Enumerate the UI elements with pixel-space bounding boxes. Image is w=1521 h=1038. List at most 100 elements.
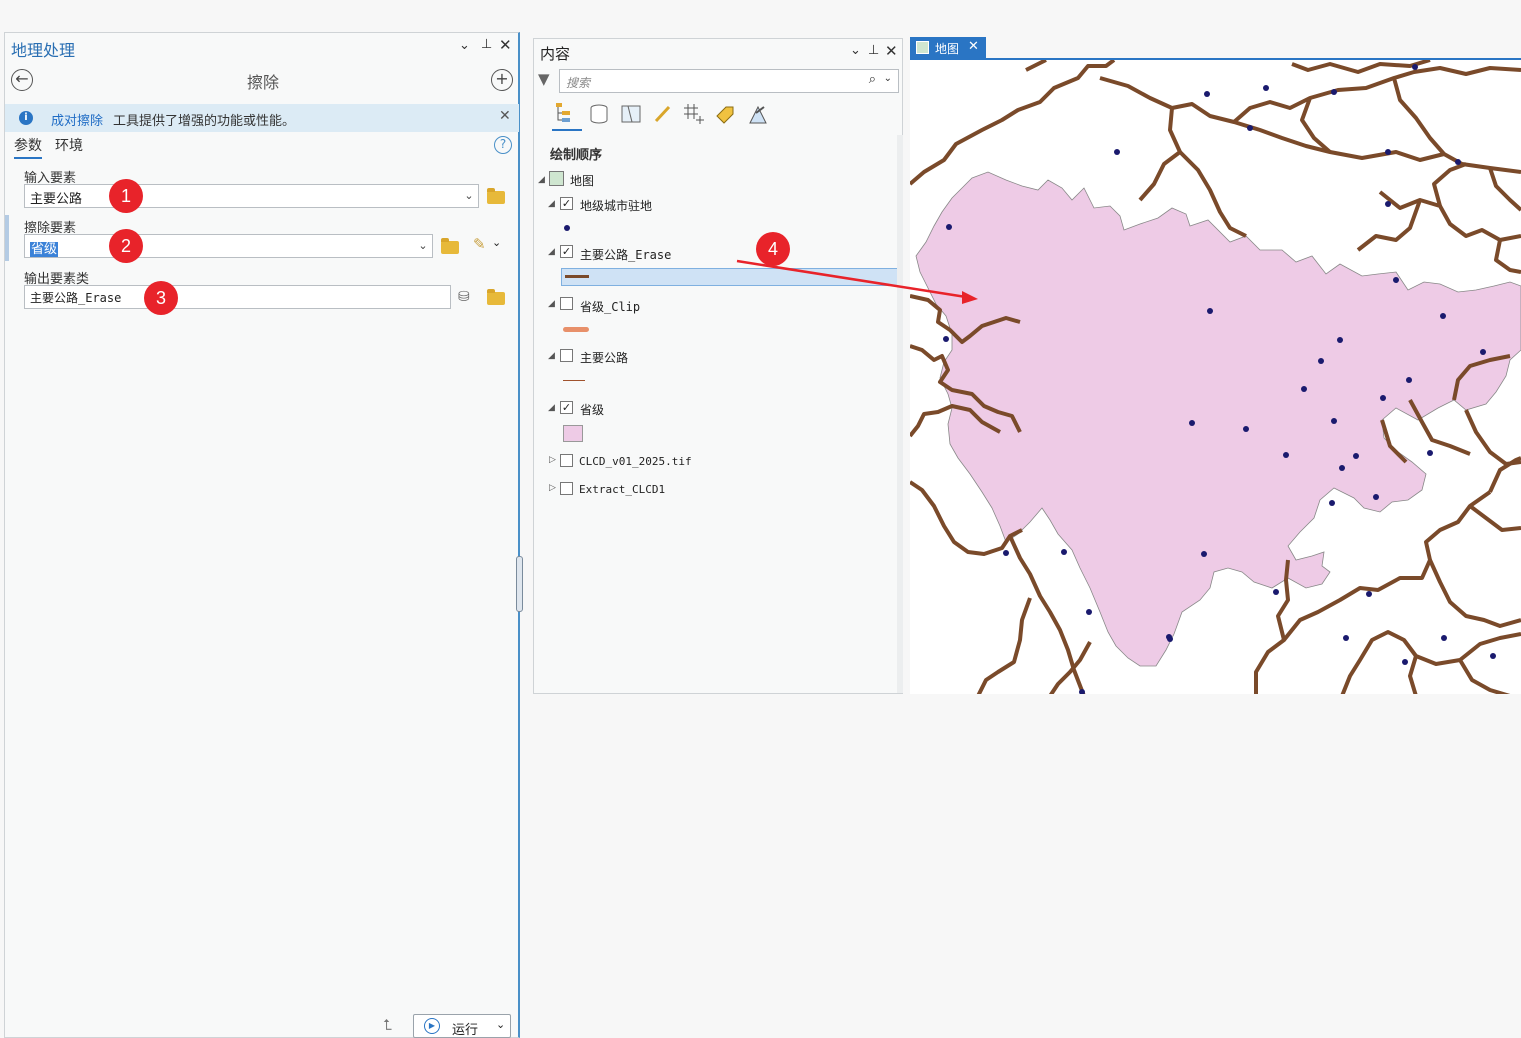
- close-icon[interactable]: ✕: [499, 36, 512, 54]
- point-symbol: [564, 225, 570, 231]
- contents-pane: 内容 ⌄ ⊥ ✕ ▼ 搜索 ⌕ ⌄ 绘制顺序 ◢ 地图 ◢ ✓ 地级城市驻地 ◢…: [533, 38, 903, 694]
- layer-name[interactable]: 地级城市驻地: [580, 197, 652, 214]
- list-by-perspective-icon[interactable]: [746, 103, 770, 129]
- section-heading: 绘制顺序: [550, 148, 603, 163]
- city-point: [946, 224, 952, 230]
- layer-checkbox[interactable]: [560, 297, 573, 310]
- scrollbar[interactable]: [897, 135, 903, 693]
- folder-icon[interactable]: [441, 238, 459, 254]
- city-point: [1263, 85, 1269, 91]
- filter-icon[interactable]: ▼: [538, 70, 550, 88]
- tab-environments[interactable]: 环境: [55, 135, 83, 155]
- layer-name[interactable]: 主要公路: [580, 349, 628, 366]
- road-segment: [1340, 630, 1521, 694]
- database-icon[interactable]: ⛁: [458, 289, 470, 305]
- collapse-icon[interactable]: ◢: [548, 351, 555, 361]
- folder-icon[interactable]: [487, 188, 505, 204]
- search-input[interactable]: 搜索 ⌕ ⌄: [559, 69, 899, 93]
- layer-checkbox[interactable]: ✓: [560, 197, 573, 210]
- map-icon: [916, 41, 929, 54]
- annotation-badge-2: 2: [109, 229, 143, 263]
- pane-splitter-handle[interactable]: [516, 556, 523, 612]
- expand-icon[interactable]: ▷: [549, 483, 556, 493]
- chevron-down-icon[interactable]: ⌄: [462, 185, 476, 207]
- city-point: [1427, 450, 1433, 456]
- city-point: [1331, 418, 1337, 424]
- city-point: [1339, 465, 1345, 471]
- city-point: [1086, 609, 1092, 615]
- run-button[interactable]: ▶ 运行 ⌄: [413, 1014, 511, 1038]
- collapse-icon[interactable]: ◢: [548, 199, 555, 209]
- collapse-icon[interactable]: ◢: [548, 299, 555, 309]
- city-point: [1329, 500, 1335, 506]
- erase-features-value: 省级: [30, 242, 59, 257]
- label-icon[interactable]: [714, 103, 736, 129]
- active-param-indicator: [5, 215, 9, 261]
- chevron-down-icon[interactable]: ⌄: [459, 38, 470, 53]
- close-icon[interactable]: ✕: [968, 39, 979, 54]
- info-link[interactable]: 成对擦除: [51, 110, 103, 129]
- city-point: [1318, 358, 1324, 364]
- selected-symbol-row[interactable]: [561, 268, 902, 286]
- layer-checkbox[interactable]: ✓: [560, 245, 573, 258]
- map-canvas[interactable]: [910, 60, 1521, 694]
- chevron-down-icon[interactable]: ⌄: [884, 73, 892, 84]
- road-segment: [910, 60, 1116, 186]
- collapse-icon[interactable]: ◢: [538, 175, 545, 185]
- city-point: [1393, 277, 1399, 283]
- road-segment: [1232, 66, 1521, 124]
- layer-checkbox[interactable]: ✓: [560, 401, 573, 414]
- city-point: [1455, 159, 1461, 165]
- city-point: [1440, 313, 1446, 319]
- pin-icon[interactable]: ⊥: [868, 43, 879, 58]
- layer-name[interactable]: CLCD_v01_2025.tif: [579, 455, 692, 468]
- road-segment: [1378, 190, 1521, 242]
- layer-name[interactable]: 省级_Clip: [580, 298, 640, 315]
- info-bar: i 成对擦除 工具提供了增强的功能或性能。 ✕: [5, 104, 519, 132]
- database-icon[interactable]: [588, 103, 610, 129]
- add-button[interactable]: +: [491, 69, 513, 91]
- chevron-down-icon[interactable]: ⌄: [416, 235, 430, 257]
- tab-parameters[interactable]: 参数: [14, 135, 42, 159]
- chevron-down-icon[interactable]: ⌄: [492, 236, 501, 249]
- city-point: [1273, 589, 1279, 595]
- layer-name[interactable]: Extract_CLCD1: [579, 483, 665, 496]
- layer-name[interactable]: 省级: [580, 401, 604, 418]
- help-icon[interactable]: ?: [494, 136, 512, 154]
- close-icon[interactable]: ✕: [499, 108, 511, 124]
- polygon-symbol: [563, 425, 583, 442]
- chevron-down-icon[interactable]: ⌄: [496, 1018, 505, 1031]
- pin-icon[interactable]: ⊥: [481, 37, 492, 52]
- input-features-field[interactable]: 主要公路 ⌄: [24, 184, 479, 208]
- road-segment: [1432, 162, 1467, 207]
- layer-checkbox[interactable]: [560, 349, 573, 362]
- map-tab[interactable]: 地图 ✕: [910, 37, 986, 58]
- batch-icon[interactable]: ⮤: [383, 1016, 392, 1034]
- search-icon[interactable]: ⌕: [869, 72, 876, 87]
- expand-icon[interactable]: ▷: [549, 455, 556, 465]
- layer-checkbox[interactable]: [560, 482, 573, 495]
- city-point: [1366, 591, 1372, 597]
- layer-name[interactable]: 主要公路_Erase: [580, 246, 671, 263]
- map-source-icon[interactable]: [620, 103, 642, 129]
- folder-icon[interactable]: [487, 289, 505, 305]
- chevron-down-icon[interactable]: ⌄: [850, 43, 861, 58]
- pane-title: 地理处理: [11, 41, 76, 60]
- erase-features-field[interactable]: 省级 ⌄: [24, 234, 433, 258]
- close-icon[interactable]: ✕: [885, 42, 898, 60]
- city-point: [1343, 635, 1349, 641]
- layer-checkbox[interactable]: [560, 454, 573, 467]
- city-point: [1412, 64, 1418, 70]
- snapping-icon[interactable]: [682, 103, 706, 129]
- city-point: [1061, 549, 1067, 555]
- map-view[interactable]: [910, 58, 1521, 694]
- plus-icon: +: [495, 69, 509, 88]
- collapse-icon[interactable]: ◢: [548, 403, 555, 413]
- map-node-label[interactable]: 地图: [570, 172, 594, 189]
- list-by-drawing-order-button[interactable]: [552, 101, 582, 131]
- pencil-icon[interactable]: [652, 103, 674, 129]
- city-point: [1402, 659, 1408, 665]
- pencil-icon[interactable]: ✎: [473, 235, 486, 253]
- collapse-icon[interactable]: ◢: [548, 247, 555, 257]
- output-feature-class-field[interactable]: 主要公路_Erase: [24, 285, 451, 309]
